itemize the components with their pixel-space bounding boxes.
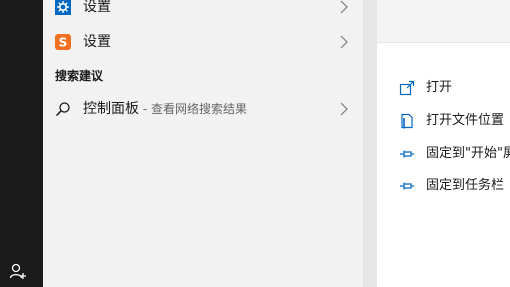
action-label: 打开 <box>426 80 453 95</box>
settings-gear-icon <box>55 0 71 15</box>
search-icon <box>55 102 70 117</box>
suggestions-header: 搜索建议 <box>55 69 104 83</box>
suggestion-label: 控制面板 - 查看网络搜索结果 <box>83 101 247 117</box>
sogou-s-icon: S <box>55 34 71 50</box>
action-open[interactable]: 打开 <box>377 74 510 102</box>
search-results-pane: 设置 S 设置 搜索建议 控制面板 - 查看网络搜索结果 <box>43 0 363 287</box>
chevron-right-icon[interactable] <box>339 0 349 14</box>
action-label: 固定到任务栏 <box>426 178 505 193</box>
result-label: 设置 <box>83 0 111 15</box>
suggestion-subtext: - 查看网络搜索结果 <box>139 102 247 116</box>
action-pin-to-taskbar[interactable]: 固定到任务栏 <box>377 172 510 200</box>
start-left-rail <box>0 0 43 287</box>
svg-text:S: S <box>59 36 68 50</box>
open-icon <box>399 80 415 96</box>
suggestion-title: 控制面板 <box>83 101 139 117</box>
details-pane: 打开 打开文件位置 固定到"开始"屏 固定到任务栏 <box>377 0 510 287</box>
add-user-icon[interactable] <box>9 262 27 280</box>
result-item-settings-sogou[interactable]: S 设置 <box>43 27 363 57</box>
action-label: 打开文件位置 <box>426 113 505 128</box>
chevron-right-icon[interactable] <box>339 102 349 116</box>
file-location-icon <box>401 113 413 129</box>
result-label: 设置 <box>83 34 111 50</box>
pin-icon <box>400 150 414 158</box>
action-open-file-location[interactable]: 打开文件位置 <box>377 107 510 135</box>
pin-icon <box>400 182 414 190</box>
details-header <box>377 0 510 43</box>
result-item-settings[interactable]: 设置 <box>43 0 363 22</box>
action-pin-to-start[interactable]: 固定到"开始"屏 <box>377 140 510 168</box>
chevron-right-icon[interactable] <box>339 35 349 49</box>
suggestion-item-control-panel[interactable]: 控制面板 - 查看网络搜索结果 <box>43 94 363 124</box>
action-label: 固定到"开始"屏 <box>426 146 510 161</box>
pane-divider <box>363 0 377 287</box>
